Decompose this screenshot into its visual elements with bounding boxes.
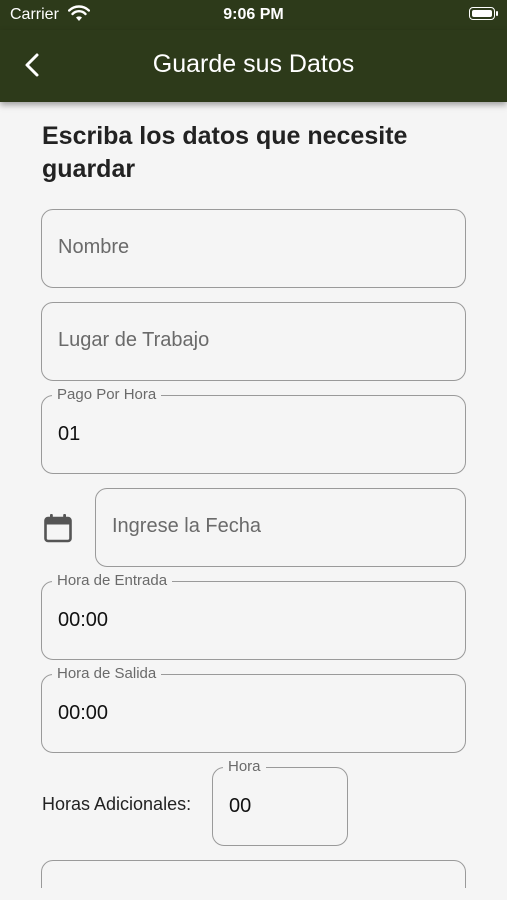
form-content: Escriba los datos que necesite guardar N… bbox=[0, 102, 507, 888]
status-time: 9:06 PM bbox=[223, 6, 284, 23]
hora-entrada-label: Hora de Entrada bbox=[52, 572, 173, 590]
status-bar: Carrier 9:06 PM bbox=[0, 0, 507, 30]
pago-por-hora-value: 01 bbox=[58, 423, 81, 445]
pago-por-hora-field[interactable]: Pago Por Hora 01 bbox=[41, 386, 466, 474]
horas-adicionales-field-label: Hora bbox=[223, 758, 266, 776]
hora-salida-label: Hora de Salida bbox=[52, 665, 162, 683]
lugar-trabajo-placeholder: Lugar de Trabajo bbox=[58, 329, 210, 351]
horas-adicionales-label: Horas Adicionales: bbox=[42, 794, 192, 814]
hora-salida-field[interactable]: Hora de Salida 00:00 bbox=[41, 665, 466, 753]
nombre-placeholder: Nombre bbox=[58, 236, 130, 258]
lugar-trabajo-field[interactable]: Lugar de Trabajo bbox=[41, 302, 466, 381]
form-heading: Escriba los datos que necesite guardar bbox=[42, 122, 408, 183]
page-title: Guarde sus Datos bbox=[152, 50, 355, 78]
hora-entrada-value: 00:00 bbox=[58, 609, 109, 631]
battery-icon bbox=[469, 7, 498, 20]
fecha-placeholder: Ingrese la Fecha bbox=[112, 515, 261, 537]
calendar-icon[interactable] bbox=[43, 512, 73, 544]
hora-salida-value: 00:00 bbox=[58, 702, 109, 724]
fecha-field[interactable]: Ingrese la Fecha bbox=[95, 488, 466, 567]
horas-adicionales-value: 00 bbox=[229, 795, 252, 817]
bottom-edge bbox=[0, 888, 507, 900]
app-bar: Guarde sus Datos bbox=[0, 30, 507, 102]
next-field[interactable] bbox=[41, 860, 466, 888]
hora-entrada-field[interactable]: Hora de Entrada 00:00 bbox=[41, 572, 466, 660]
nombre-field[interactable]: Nombre bbox=[41, 209, 466, 288]
horas-adicionales-field[interactable]: Hora 00 bbox=[212, 758, 348, 846]
pago-por-hora-label: Pago Por Hora bbox=[52, 386, 162, 404]
